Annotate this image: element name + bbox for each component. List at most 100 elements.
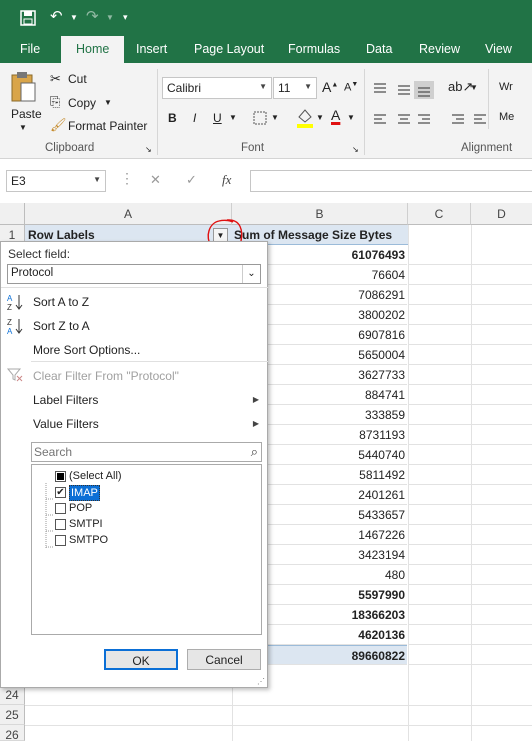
undo-dropdown-icon[interactable]: ▼ (70, 13, 78, 22)
font-name-combo[interactable]: Calibri ▼ (162, 77, 272, 99)
ok-button[interactable]: OK (104, 649, 178, 670)
merge-center-button[interactable]: Me (499, 111, 514, 123)
font-launcher-icon[interactable]: ↘ (352, 145, 359, 154)
tab-home[interactable]: Home (61, 36, 125, 64)
resize-grip-icon[interactable]: ⋰ (257, 677, 265, 686)
smtpi-checkbox[interactable] (55, 519, 66, 530)
tab-page-layout[interactable]: Page Layout (194, 42, 264, 56)
tab-file[interactable]: File (20, 42, 40, 56)
italic-button[interactable]: I (193, 111, 196, 125)
copy-button[interactable]: Copy (68, 96, 96, 110)
select-all-corner[interactable] (0, 203, 25, 225)
field-select[interactable]: Protocol ⌄ (7, 264, 261, 284)
cut-button[interactable]: Cut (68, 72, 87, 86)
paste-button[interactable]: Paste (11, 107, 42, 121)
row-header[interactable]: 26 (0, 725, 25, 742)
gridline (408, 604, 532, 605)
gridline (25, 705, 532, 706)
tab-data[interactable]: Data (366, 42, 392, 56)
row-header[interactable]: 24 (0, 685, 25, 705)
sort-a-to-z[interactable]: Sort A to Z (33, 295, 89, 309)
select-field-label: Select field: (8, 247, 71, 261)
value-filters[interactable]: Value Filters (33, 417, 99, 431)
wrap-text-button[interactable]: Wr (499, 81, 513, 93)
paste-dropdown-icon[interactable]: ▼ (19, 123, 27, 132)
gridline (408, 504, 532, 505)
borders-icon[interactable] (252, 110, 268, 126)
redo-dropdown-icon[interactable]: ▼ (106, 13, 114, 22)
tree-lines (45, 483, 54, 548)
format-painter-icon[interactable]: 🖌 (50, 117, 67, 133)
cut-icon[interactable]: ✂ (50, 71, 61, 87)
insert-function-icon[interactable]: fx (222, 172, 231, 188)
clipboard-launcher-icon[interactable]: ↘ (145, 145, 152, 154)
name-box-value: E3 (11, 174, 26, 188)
label-filters[interactable]: Label Filters (33, 393, 98, 407)
font-group-label: Font (241, 142, 265, 154)
increase-font-icon[interactable]: A▲ (322, 79, 338, 95)
tab-view[interactable]: View (485, 42, 512, 56)
tab-review[interactable]: Review (419, 42, 460, 56)
search-input[interactable] (34, 444, 234, 460)
orientation-dropdown-icon[interactable]: ▼ (470, 83, 478, 92)
tab-insert[interactable]: Insert (136, 42, 167, 56)
cancel-button[interactable]: Cancel (187, 649, 261, 670)
font-size-combo[interactable]: 11 ▼ (273, 77, 317, 99)
underline-button[interactable]: U (213, 111, 222, 125)
field-select-value: Protocol (11, 267, 54, 279)
borders-dropdown-icon[interactable]: ▼ (271, 113, 279, 122)
filter-item-label: SMTPO (69, 534, 109, 546)
column-header-d[interactable]: D (471, 203, 532, 225)
font-size-value: 11 (278, 81, 291, 95)
gridline (408, 624, 532, 625)
more-options-icon: ⋮ (120, 170, 134, 186)
name-box[interactable]: E3 ▼ (6, 170, 106, 192)
more-sort-options[interactable]: More Sort Options... (33, 343, 140, 357)
gridline (25, 725, 532, 726)
search-box[interactable]: ⌕ (31, 442, 262, 462)
copy-icon[interactable]: ⎘ (50, 94, 60, 110)
gridline (408, 304, 532, 305)
underline-dropdown-icon[interactable]: ▼ (229, 113, 237, 122)
bold-button[interactable]: B (168, 111, 177, 125)
svg-text:Z: Z (7, 318, 12, 327)
column-header-c[interactable]: C (408, 203, 471, 225)
smtpo-checkbox[interactable] (55, 535, 66, 546)
separator (488, 69, 489, 129)
cancel-icon[interactable]: ✕ (150, 172, 161, 188)
svg-text:A: A (7, 294, 13, 303)
paste-icon[interactable] (10, 71, 36, 103)
separator (157, 69, 158, 155)
customize-icon[interactable]: ▾ (123, 12, 128, 23)
column-header-b[interactable]: B (232, 203, 408, 225)
column-header-a[interactable]: A (25, 203, 232, 225)
undo-icon[interactable]: ↶ (50, 7, 63, 25)
font-color-dropdown-icon[interactable]: ▼ (347, 113, 355, 122)
copy-dropdown-icon[interactable]: ▼ (104, 98, 112, 107)
filter-item-list: (Select All) ✔ IMAP POP SMTPI SMTPO (31, 464, 262, 635)
fill-color-dropdown-icon[interactable]: ▼ (316, 113, 324, 122)
decrease-font-icon[interactable]: A▼ (344, 81, 358, 94)
row-header[interactable]: 25 (0, 705, 25, 725)
search-icon: ⌕ (250, 444, 258, 459)
font-color-icon[interactable]: A (331, 107, 340, 123)
filter-item-label: POP (69, 502, 93, 514)
imap-checkbox[interactable]: ✔ (55, 487, 66, 498)
gridline (408, 644, 532, 645)
save-icon[interactable] (20, 10, 36, 26)
filter-item-label: SMTPI (69, 518, 103, 530)
select-all-checkbox[interactable] (55, 471, 66, 482)
gridline (408, 544, 532, 545)
fill-color-icon[interactable] (296, 107, 314, 129)
pop-checkbox[interactable] (55, 503, 66, 514)
formula-bar: E3 ▼ ⋮ ✕ ✓ fx (0, 160, 532, 202)
tab-formulas[interactable]: Formulas (288, 42, 340, 56)
formula-input[interactable] (250, 170, 532, 192)
redo-icon[interactable]: ↷ (86, 7, 99, 25)
format-painter-button[interactable]: Format Painter (68, 119, 147, 133)
gridline (408, 524, 532, 525)
ribbon-tabs: File Home Insert Page Layout Formulas Da… (0, 36, 532, 64)
sort-az-icon: A Z (7, 294, 23, 311)
sort-z-to-a[interactable]: Sort Z to A (33, 319, 90, 333)
enter-icon[interactable]: ✓ (186, 172, 197, 188)
